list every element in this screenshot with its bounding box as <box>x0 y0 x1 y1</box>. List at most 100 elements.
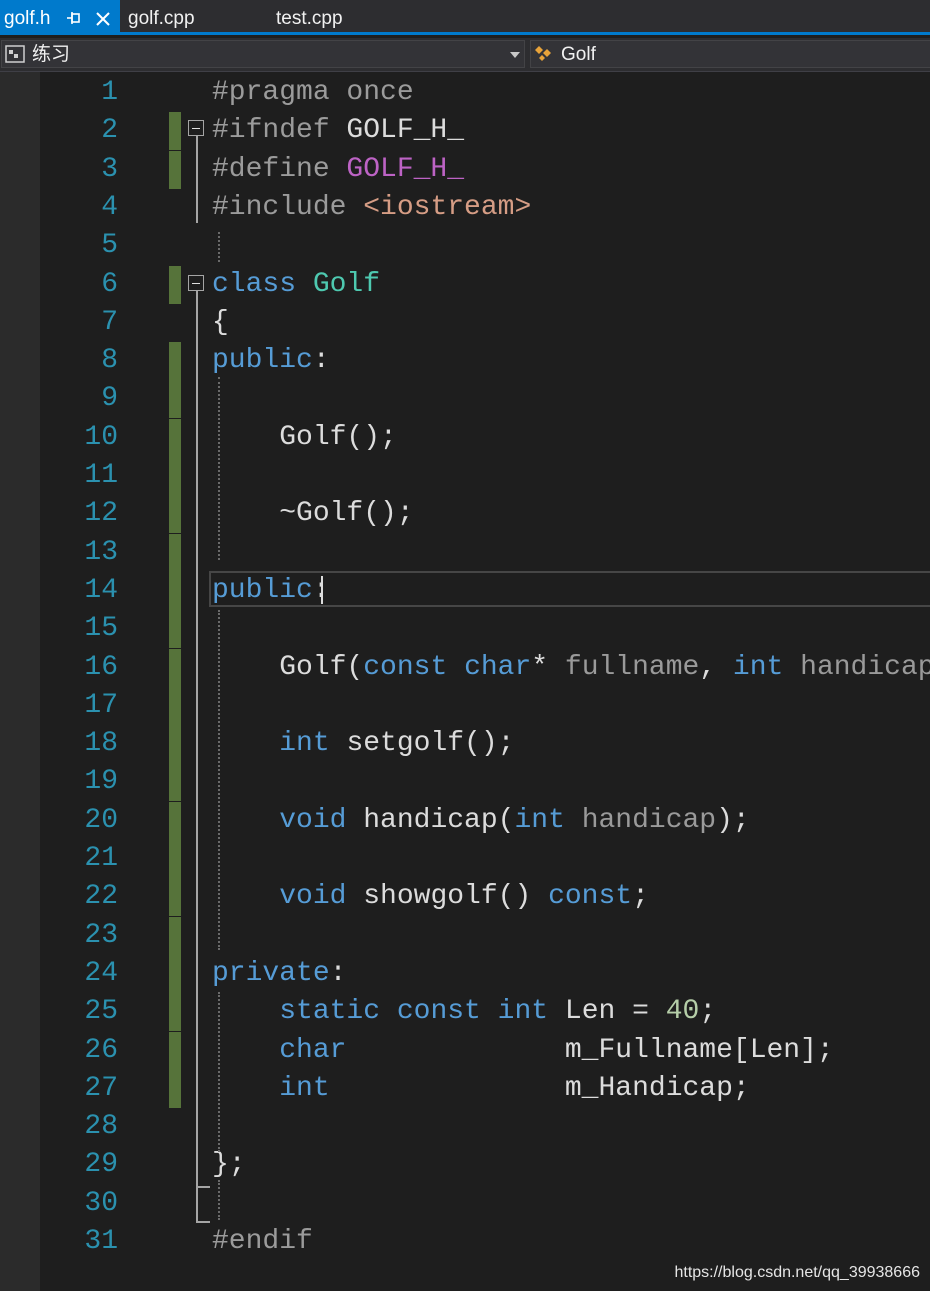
code-token: #pragma once <box>212 77 414 108</box>
code-line[interactable]: 25 static const int Len = 40; <box>0 993 930 1032</box>
code-token: handicap( <box>363 804 515 836</box>
collapse-ifndef-icon[interactable] <box>188 120 204 136</box>
code-line[interactable]: 3 #define GOLF_H_ <box>0 150 930 189</box>
line-number: 5 <box>101 230 118 262</box>
line-number: 8 <box>101 345 118 377</box>
code-line[interactable]: 22 void showgolf() const; <box>0 878 930 917</box>
code-token: Golf( <box>212 651 364 683</box>
navigation-bar: 练习 Golf <box>0 38 930 72</box>
code-line[interactable]: 1 #pragma once <box>0 74 930 112</box>
code-line[interactable]: 29}; <box>0 1146 930 1184</box>
text-caret <box>321 576 323 604</box>
code-line[interactable]: 15 <box>0 610 930 649</box>
code-token: class <box>212 268 313 300</box>
line-number: 14 <box>84 574 118 606</box>
code-token: void <box>279 804 364 836</box>
change-indicator <box>169 725 181 764</box>
change-indicator <box>169 342 181 381</box>
pin-icon[interactable] <box>66 11 82 25</box>
change-indicator <box>169 801 181 840</box>
change-indicator <box>169 1031 181 1070</box>
code-line[interactable]: 30 <box>0 1185 930 1223</box>
code-token: fullname <box>564 651 700 683</box>
code-line[interactable]: 16 Golf(const char* fullname, int handic… <box>0 648 930 687</box>
project-name: 练习 <box>32 44 71 65</box>
code-token: char <box>279 1034 347 1066</box>
code-editor[interactable]: 1 #pragma once 2 #ifndef GOLF_H_ 3 #define GO… <box>0 72 930 1291</box>
code-line[interactable]: 13 <box>0 533 930 572</box>
indent-guide <box>218 610 220 950</box>
line-number: 19 <box>84 766 118 798</box>
code-text: int setgolf(); <box>212 725 514 763</box>
code-text: char m_Fullname[Len]; <box>212 1032 834 1070</box>
code-token: const <box>396 996 498 1028</box>
code-token: ; <box>632 881 649 913</box>
line-number: 3 <box>101 153 118 185</box>
code-token: static <box>279 996 397 1028</box>
line-number: 10 <box>84 421 118 453</box>
line-number: 27 <box>84 1072 118 1104</box>
watermark-text: https://blog.csdn.net/qq_39938666 <box>674 1264 920 1281</box>
code-line[interactable]: 6 class Golf <box>0 265 930 304</box>
code-token: int <box>497 996 565 1028</box>
code-line[interactable]: 5 <box>0 227 930 265</box>
code-token: char <box>464 651 532 683</box>
code-line[interactable]: 7{ <box>0 304 930 342</box>
code-token: #include <box>212 191 364 223</box>
code-token: m_Handicap; <box>329 1072 750 1104</box>
collapse-class-icon[interactable] <box>188 275 204 291</box>
code-line[interactable]: 8 public: <box>0 342 930 381</box>
scope-dropdown[interactable]: Golf <box>530 40 930 68</box>
line-number: 16 <box>84 651 118 683</box>
code-text: Golf(const char* fullname, int handicap)… <box>212 649 930 687</box>
code-text: #ifndef GOLF_H_ <box>212 112 464 150</box>
code-token: : <box>312 345 330 377</box>
code-token: Golf(); <box>212 421 397 453</box>
code-line[interactable]: 28 <box>0 1108 930 1146</box>
tab-golf-h[interactable]: golf.h <box>0 0 120 35</box>
code-line[interactable]: 21 <box>0 840 930 878</box>
code-line[interactable]: 20 void handicap(int handicap); <box>0 801 930 840</box>
code-token: const <box>363 651 465 683</box>
line-number: 28 <box>84 1111 118 1143</box>
code-line[interactable]: 26 char m_Fullname[Len]; <box>0 1031 930 1070</box>
change-indicator <box>169 457 181 495</box>
code-line[interactable]: 18 int setgolf(); <box>0 725 930 764</box>
code-text: ~Golf(); <box>212 495 413 533</box>
change-indicator <box>169 112 181 151</box>
code-token: Golf <box>312 268 381 300</box>
class-icon <box>535 46 551 61</box>
line-number: 18 <box>84 728 118 760</box>
code-line[interactable]: 23 <box>0 916 930 955</box>
code-line[interactable]: 31 #endif <box>0 1223 930 1261</box>
project-dropdown[interactable]: 练习 <box>1 40 525 68</box>
code-line[interactable]: 11 <box>0 457 930 495</box>
code-token: const <box>548 881 633 913</box>
code-line[interactable]: 10 Golf(); <box>0 418 930 457</box>
code-line[interactable]: 2 #ifndef GOLF_H_ <box>0 112 930 151</box>
code-token: m_Fullname[Len]; <box>346 1034 834 1066</box>
change-indicator <box>169 1069 181 1108</box>
code-text: class Golf <box>212 266 380 304</box>
line-number: 6 <box>101 268 118 300</box>
code-token: int <box>514 804 582 836</box>
change-indicator <box>169 648 181 687</box>
line-number: 29 <box>84 1149 118 1181</box>
code-line[interactable]: 27 int m_Handicap; <box>0 1069 930 1108</box>
tab-test-cpp[interactable]: test.cpp <box>272 0 412 35</box>
code-line[interactable]: 24 private: <box>0 954 930 993</box>
code-text: int m_Handicap; <box>212 1070 750 1108</box>
code-line[interactable]: 9 <box>0 380 930 419</box>
code-line[interactable]: 4 #include <iostream> <box>0 189 930 227</box>
close-icon[interactable] <box>94 10 112 28</box>
tab-golf-cpp[interactable]: golf.cpp <box>124 0 264 35</box>
line-number: 17 <box>84 689 118 721</box>
code-line[interactable]: 19 <box>0 763 930 802</box>
line-number: 15 <box>84 613 118 645</box>
code-line[interactable]: 17 <box>0 686 930 725</box>
code-token: { <box>212 306 229 338</box>
code-token: * <box>531 651 565 683</box>
code-line[interactable]: 12 ~Golf(); <box>0 495 930 534</box>
